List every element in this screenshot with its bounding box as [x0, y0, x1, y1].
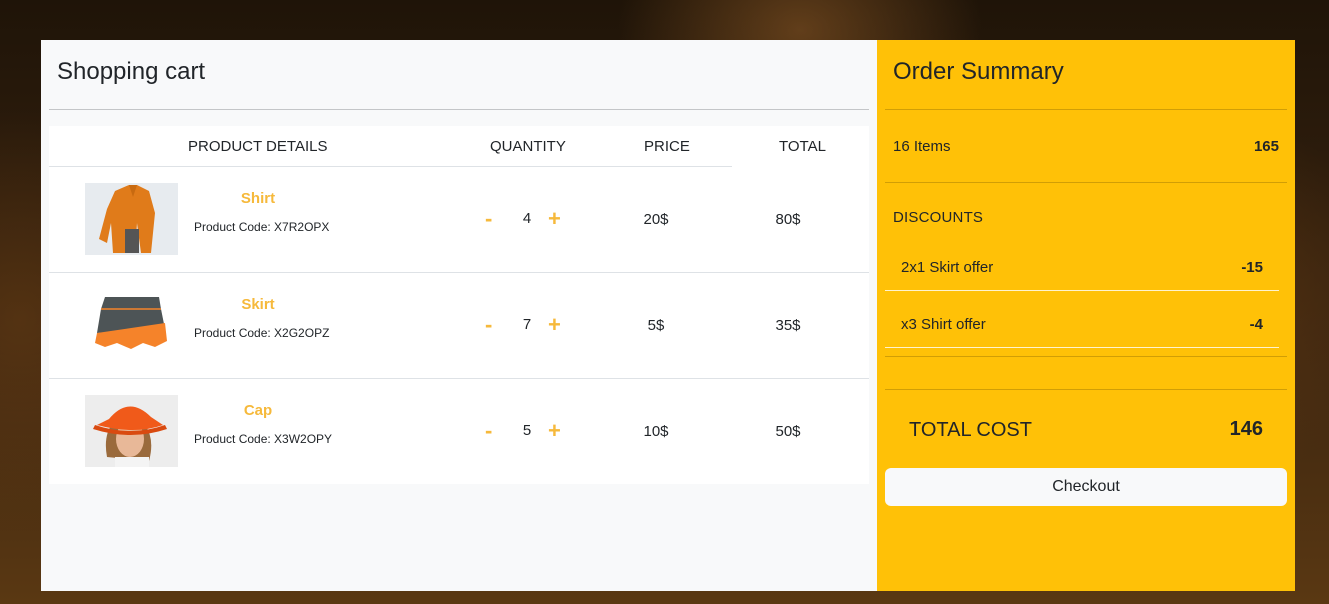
cart-item-row: Cap Product Code: X3W2OPY - 5 + 10$ 50$: [49, 378, 869, 484]
quantity-stepper: - 4 +: [479, 207, 569, 231]
product-code: Product Code: X7R2OPX: [194, 220, 330, 234]
summary-divider: [885, 356, 1287, 357]
discount-value: -4: [1249, 316, 1263, 333]
cap-image: [85, 395, 178, 467]
column-quantity: QUANTITY: [490, 138, 566, 155]
product-image-cap: [85, 395, 178, 467]
cart-item-row: Skirt Product Code: X2G2OPZ - 7 + 5$ 35$: [49, 272, 869, 378]
skirt-image: [85, 289, 178, 361]
column-total: TOTAL: [779, 138, 826, 155]
decrease-quantity-button[interactable]: -: [485, 207, 492, 231]
checkout-container: Shopping cart PRODUCT DETAILS QUANTITY P…: [41, 40, 1295, 591]
item-total: 50$: [775, 423, 801, 440]
summary-divider: [885, 182, 1287, 183]
total-cost-label: TOTAL COST: [909, 419, 1032, 441]
increase-quantity-button[interactable]: +: [548, 207, 561, 231]
shirt-image: [85, 183, 178, 255]
product-image-shirt: [85, 183, 178, 255]
order-summary-title: Order Summary: [893, 58, 1064, 85]
item-price: 10$: [643, 423, 669, 440]
product-name[interactable]: Skirt: [199, 296, 317, 313]
increase-quantity-button[interactable]: +: [548, 419, 561, 443]
decrease-quantity-button[interactable]: -: [485, 419, 492, 443]
cart-title: Shopping cart: [57, 58, 206, 85]
order-summary-panel: Order Summary 16 Items 165 DISCOUNTS 2x1…: [877, 40, 1295, 591]
shopping-cart-panel: Shopping cart PRODUCT DETAILS QUANTITY P…: [41, 40, 877, 591]
total-cost-value: 146: [1229, 418, 1263, 440]
cart-table-header: PRODUCT DETAILS QUANTITY PRICE TOTAL: [49, 126, 869, 167]
discount-label: 2x1 Skirt offer: [901, 259, 994, 276]
product-code: Product Code: X2G2OPZ: [194, 326, 330, 340]
checkout-button[interactable]: Checkout: [885, 468, 1287, 506]
item-price: 5$: [647, 317, 665, 334]
discounts-title: DISCOUNTS: [893, 209, 984, 226]
quantity-stepper: - 7 +: [479, 313, 569, 337]
items-count-label: 16 Items: [893, 138, 951, 155]
product-code: Product Code: X3W2OPY: [194, 432, 333, 446]
items-subtotal: 165: [1253, 138, 1279, 155]
cart-divider: [49, 109, 869, 110]
discount-label: x3 Shirt offer: [901, 316, 986, 333]
quantity-value: 5: [522, 422, 532, 439]
item-total: 80$: [775, 211, 801, 228]
product-name[interactable]: Shirt: [199, 190, 317, 207]
quantity-value: 7: [522, 316, 532, 333]
product-image-skirt: [85, 289, 178, 361]
quantity-value: 4: [522, 210, 532, 227]
column-price: PRICE: [644, 138, 690, 155]
discount-row: x3 Shirt offer -4: [885, 304, 1279, 348]
decrease-quantity-button[interactable]: -: [485, 313, 492, 337]
quantity-stepper: - 5 +: [479, 419, 569, 443]
column-product-details: PRODUCT DETAILS: [188, 138, 328, 155]
discount-value: -15: [1241, 259, 1263, 276]
product-name[interactable]: Cap: [199, 402, 317, 419]
summary-divider: [885, 109, 1287, 110]
cart-table: PRODUCT DETAILS QUANTITY PRICE TOTAL Shi…: [49, 126, 869, 484]
summary-divider: [885, 389, 1287, 390]
cart-item-row: Shirt Product Code: X7R2OPX - 4 + 20$ 80…: [49, 167, 869, 272]
increase-quantity-button[interactable]: +: [548, 313, 561, 337]
discount-row: 2x1 Skirt offer -15: [885, 247, 1279, 291]
item-price: 20$: [643, 211, 669, 228]
item-total: 35$: [775, 317, 801, 334]
